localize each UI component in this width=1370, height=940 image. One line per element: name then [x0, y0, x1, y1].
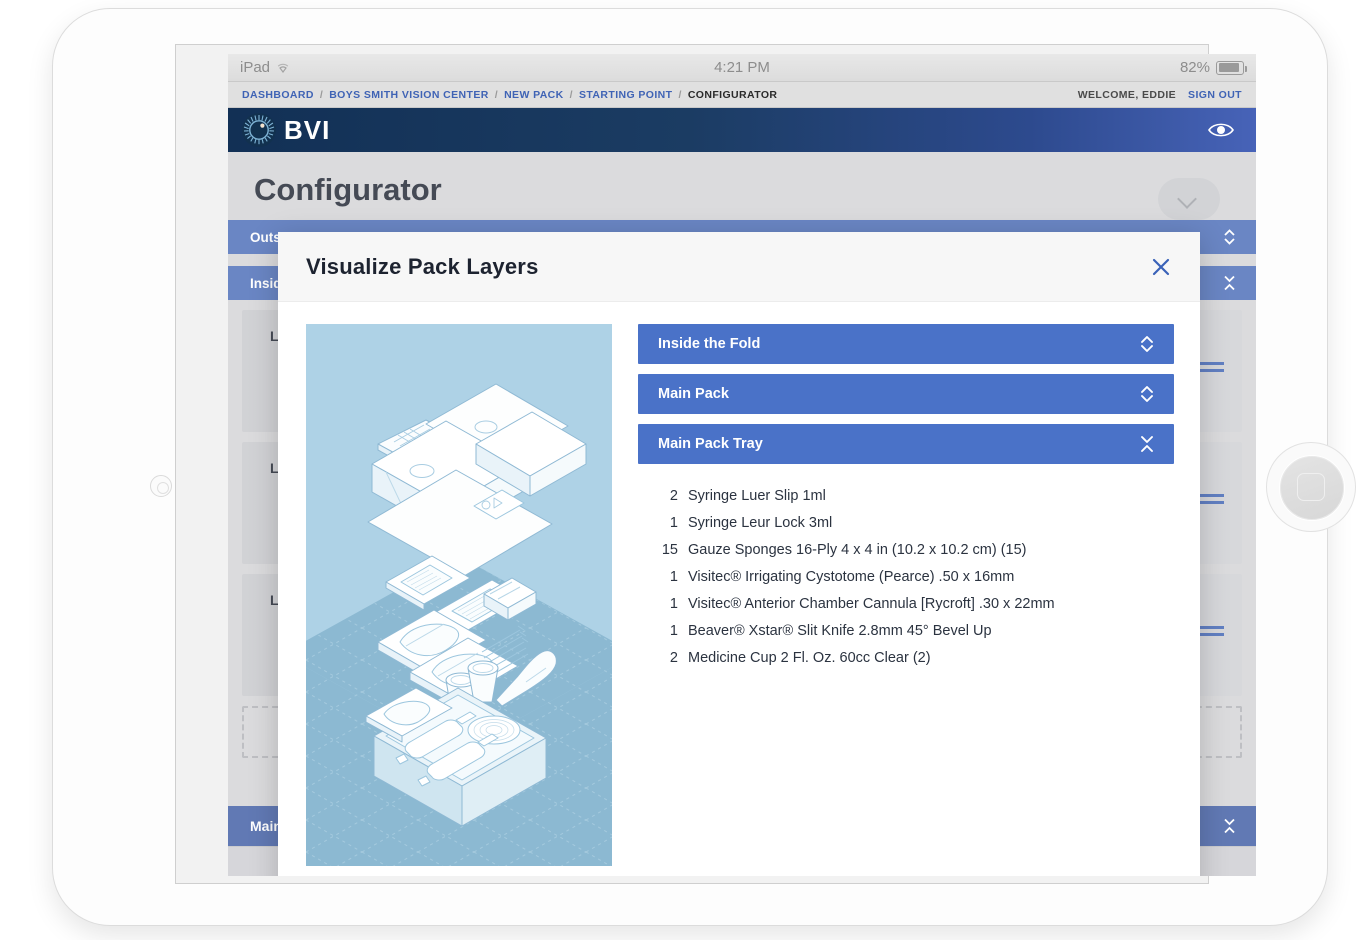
home-button-square-icon	[1297, 473, 1325, 501]
main-pack-tray-item-list: 2 Syringe Luer Slip 1ml 1 Syringe Leur L…	[638, 474, 1174, 669]
accordion-label: Inside the Fold	[658, 336, 761, 352]
accordion-main-pack[interactable]: Main Pack	[638, 374, 1174, 414]
sign-out-link[interactable]: SIGN OUT	[1188, 89, 1242, 101]
breadcrumb-separator: /	[678, 88, 682, 101]
ipad-screen: iPad 4:21 PM 82% DASHBOARD / BOYS SMITH …	[228, 54, 1256, 876]
battery-percent-label: 82%	[1179, 59, 1210, 76]
front-camera-icon	[150, 475, 172, 497]
breadcrumb-item-new-pack[interactable]: NEW PACK	[504, 89, 564, 101]
chevron-collapse-icon	[1140, 434, 1154, 454]
chevron-updown-icon	[1140, 334, 1154, 354]
visualize-pack-layers-modal: Visualize Pack Layers Inside the Fold Ma…	[278, 232, 1200, 876]
modal-body: Inside the Fold Main Pack Main Pack Tray…	[278, 302, 1200, 866]
list-item: 1 Syringe Leur Lock 3ml	[652, 513, 1174, 534]
battery-icon	[1216, 60, 1247, 75]
configurator-page: Configurator Outside the Fold Inside the…	[228, 152, 1256, 876]
list-item: 1 Beaver® Xstar® Slit Knife 2.8mm 45° Be…	[652, 621, 1174, 642]
item-label: Medicine Cup 2 Fl. Oz. 60cc Clear (2)	[688, 650, 931, 666]
breadcrumb-item-starting-point[interactable]: STARTING POINT	[579, 89, 673, 101]
breadcrumb-account-area: WELCOME, EDDIE SIGN OUT	[1078, 89, 1242, 101]
modal-header: Visualize Pack Layers	[278, 232, 1200, 302]
list-item: 1 Visitec® Anterior Chamber Cannula [Ryc…	[652, 594, 1174, 615]
breadcrumb: DASHBOARD / BOYS SMITH VISION CENTER / N…	[228, 82, 1256, 108]
brand-name: BVI	[284, 114, 331, 145]
item-quantity: 1	[669, 515, 678, 531]
item-quantity: 1	[669, 569, 678, 585]
item-quantity: 15	[661, 542, 678, 558]
pack-layers-panel: Inside the Fold Main Pack Main Pack Tray…	[638, 324, 1174, 866]
item-label: Visitec® Anterior Chamber Cannula [Rycro…	[688, 596, 1055, 612]
breadcrumb-separator: /	[494, 88, 499, 101]
breadcrumb-separator: /	[319, 88, 324, 101]
bvi-iris-logo-icon[interactable]	[242, 113, 276, 147]
item-quantity: 2	[669, 650, 678, 666]
breadcrumb-item-dashboard[interactable]: DASHBOARD	[242, 89, 314, 101]
accordion-main-pack-tray[interactable]: Main Pack Tray	[638, 424, 1174, 464]
isometric-exploded-pack-illustration	[306, 324, 612, 866]
breadcrumb-item-configurator: CONFIGURATOR	[687, 88, 778, 101]
modal-title: Visualize Pack Layers	[306, 253, 539, 279]
item-quantity: 1	[669, 596, 678, 612]
close-icon[interactable]	[1148, 254, 1174, 280]
list-item: 1 Visitec® Irrigating Cystotome (Pearce)…	[652, 567, 1174, 588]
eye-icon[interactable]	[1206, 115, 1236, 145]
home-button[interactable]	[1266, 442, 1356, 532]
accordion-inside-the-fold[interactable]: Inside the Fold	[638, 324, 1174, 364]
item-quantity: 2	[669, 488, 678, 504]
chevron-updown-icon	[1140, 384, 1154, 404]
ios-status-bar: iPad 4:21 PM 82%	[228, 54, 1256, 82]
item-label: Visitec® Irrigating Cystotome (Pearce) .…	[688, 569, 1015, 585]
item-label: Beaver® Xstar® Slit Knife 2.8mm 45° Beve…	[688, 623, 992, 639]
item-label: Syringe Luer Slip 1ml	[688, 488, 826, 504]
breadcrumb-item-vision-center[interactable]: BOYS SMITH VISION CENTER	[329, 89, 489, 101]
app-header: BVI	[228, 108, 1256, 152]
list-item: 2 Syringe Luer Slip 1ml	[652, 486, 1174, 507]
item-label: Gauze Sponges 16-Ply 4 x 4 in (10.2 x 10…	[688, 542, 1027, 558]
list-item: 15 Gauze Sponges 16-Ply 4 x 4 in (10.2 x…	[652, 540, 1174, 561]
item-label: Syringe Leur Lock 3ml	[688, 515, 833, 531]
accordion-label: Main Pack	[658, 386, 729, 402]
breadcrumb-separator: /	[569, 88, 573, 101]
status-bar-time: 4:21 PM	[714, 59, 770, 76]
list-item: 2 Medicine Cup 2 Fl. Oz. 60cc Clear (2)	[652, 648, 1174, 669]
ipad-device-frame: iPad 4:21 PM 82% DASHBOARD / BOYS SMITH …	[52, 8, 1356, 926]
accordion-label: Main Pack Tray	[658, 436, 763, 452]
welcome-label: WELCOME, EDDIE	[1077, 88, 1177, 101]
status-bar-right: 82%	[1179, 59, 1247, 76]
item-quantity: 1	[669, 623, 678, 639]
